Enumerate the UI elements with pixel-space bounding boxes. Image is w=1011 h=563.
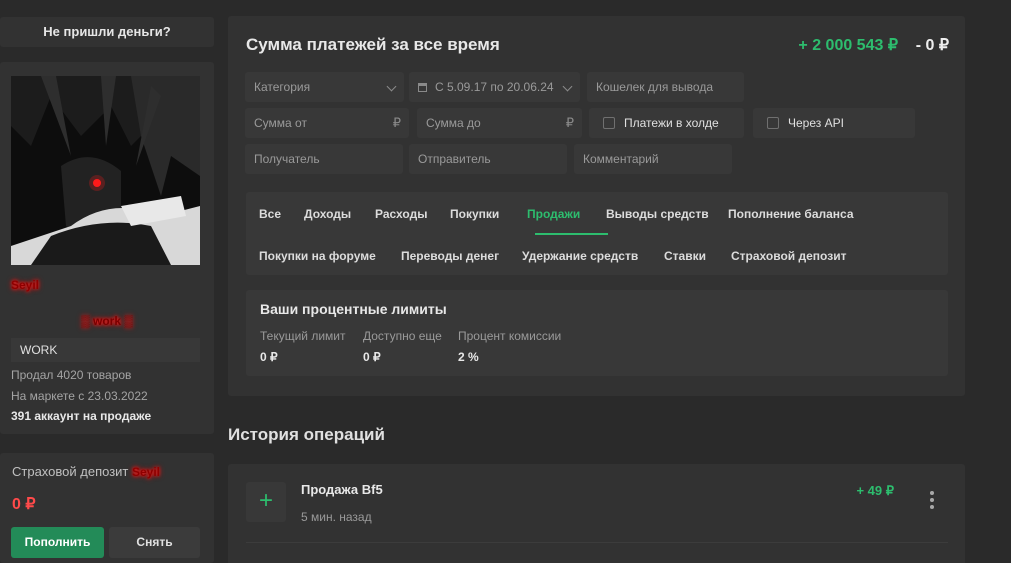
limits-title: Ваши процентные лимиты [260, 301, 447, 317]
page-title: Сумма платежей за все время [246, 35, 500, 54]
current-limit-value: 0 ₽ [260, 350, 278, 364]
history-title: История операций [228, 425, 385, 444]
tab-withdrawals[interactable]: Выводы средств [606, 207, 709, 221]
payments-panel: Сумма платежей за все время + 2 000 543 … [228, 16, 965, 396]
via-api-label: Через API [788, 116, 844, 130]
category-select[interactable]: Категория [245, 72, 404, 102]
current-limit-label: Текущий лимит [260, 329, 346, 343]
divider [246, 542, 948, 543]
user-title-badge: ▒ work ▒ [81, 314, 133, 328]
commission-value: 2 % [458, 350, 479, 364]
ruble-icon: ₽ [392, 115, 401, 130]
via-api-checkbox[interactable]: Через API [753, 108, 915, 138]
avatar [11, 76, 200, 265]
plus-icon: + [246, 482, 286, 522]
sender-placeholder: Отправитель [418, 152, 491, 166]
active-tab-indicator [535, 233, 608, 235]
operation-amount: + 49 ₽ [856, 483, 894, 498]
comment-input[interactable]: Комментарий [574, 144, 732, 174]
deposit-amount: 0 ₽ [12, 496, 36, 513]
tab-balance-topup[interactable]: Пополнение баланса [728, 207, 854, 221]
sum-from-input[interactable]: Сумма от ₽ [245, 108, 409, 138]
tab-income[interactable]: Доходы [304, 207, 351, 221]
insurance-deposit-card: Страховой депозит Seyil 0 ₽ Пополнить Сн… [0, 453, 214, 563]
hold-payments-label: Платежи в холде [624, 116, 719, 130]
recipient-input[interactable]: Получатель [245, 144, 403, 174]
accounts-for-sale-link[interactable]: 391 аккаунт на продаже [11, 409, 151, 423]
tab-purchases[interactable]: Покупки [450, 207, 499, 221]
tab-sales[interactable]: Продажи [527, 207, 580, 221]
available-label: Доступно еще [363, 329, 442, 343]
date-range-value: С 5.09.17 по 20.06.24 [435, 80, 554, 94]
date-range-select[interactable]: С 5.09.17 по 20.06.24 [409, 72, 580, 102]
sold-count: Продал 4020 товаров [11, 368, 132, 382]
tab-money-transfers[interactable]: Переводы денег [401, 249, 499, 263]
recipient-placeholder: Получатель [254, 152, 320, 166]
hold-payments-checkbox[interactable]: Платежи в холде [589, 108, 744, 138]
deposit-label-text: Страховой депозит [12, 464, 129, 479]
tab-expenses[interactable]: Расходы [375, 207, 427, 221]
operation-type-tabs: Все Доходы Расходы Покупки Продажи Вывод… [246, 192, 948, 275]
deposit-label: Страховой депозит Seyil [12, 464, 160, 479]
chevron-down-icon [562, 81, 573, 92]
checkbox-icon [603, 117, 615, 129]
commission-label: Процент комиссии [458, 329, 562, 343]
income-total: + 2 000 543 ₽ [798, 37, 898, 54]
sum-from-placeholder: Сумма от [254, 116, 307, 130]
calendar-icon [418, 83, 427, 92]
more-options-icon[interactable] [929, 491, 935, 511]
tab-forum-purchases[interactable]: Покупки на форуме [259, 249, 376, 263]
status-badge: WORK [11, 338, 200, 362]
chevron-down-icon [386, 81, 397, 92]
wallet-input-placeholder: Кошелек для вывода [596, 80, 713, 94]
operation-time: 5 мин. назад [301, 510, 372, 524]
outcome-total: - 0 ₽ [915, 37, 949, 54]
withdraw-button[interactable]: Снять [109, 527, 200, 558]
topup-button[interactable]: Пополнить [11, 527, 104, 558]
username[interactable]: Seyil [11, 278, 39, 292]
ruble-icon: ₽ [565, 115, 574, 130]
checkbox-icon [767, 117, 779, 129]
operation-title[interactable]: Продажа Bf5 [301, 482, 383, 497]
operations-list: + Продажа Bf5 5 мин. назад + 49 ₽ [228, 464, 965, 563]
sum-to-placeholder: Сумма до [426, 116, 481, 130]
category-select-value: Категория [254, 80, 311, 94]
missing-money-link[interactable]: Не пришли деньги? [0, 17, 214, 47]
comment-placeholder: Комментарий [583, 152, 659, 166]
deposit-username[interactable]: Seyil [132, 465, 160, 479]
market-since: На маркете с 23.03.2022 [11, 389, 148, 403]
percent-limits-box: Ваши процентные лимиты Текущий лимит 0 ₽… [246, 290, 948, 376]
tab-insurance-deposit[interactable]: Страховой депозит [731, 249, 846, 263]
left-sidebar: Не пришли деньги? Seyil ▒ work ▒ WORK Пр… [0, 0, 214, 563]
tab-bets[interactable]: Ставки [664, 249, 706, 263]
tab-all[interactable]: Все [259, 207, 281, 221]
sender-input[interactable]: Отправитель [409, 144, 567, 174]
seller-profile-card: Seyil ▒ work ▒ WORK Продал 4020 товаров … [0, 62, 214, 434]
sum-to-input[interactable]: Сумма до ₽ [417, 108, 582, 138]
wallet-input[interactable]: Кошелек для вывода [587, 72, 744, 102]
tab-holds[interactable]: Удержание средств [522, 249, 638, 263]
avatar-image [11, 76, 200, 265]
available-value: 0 ₽ [363, 350, 381, 364]
